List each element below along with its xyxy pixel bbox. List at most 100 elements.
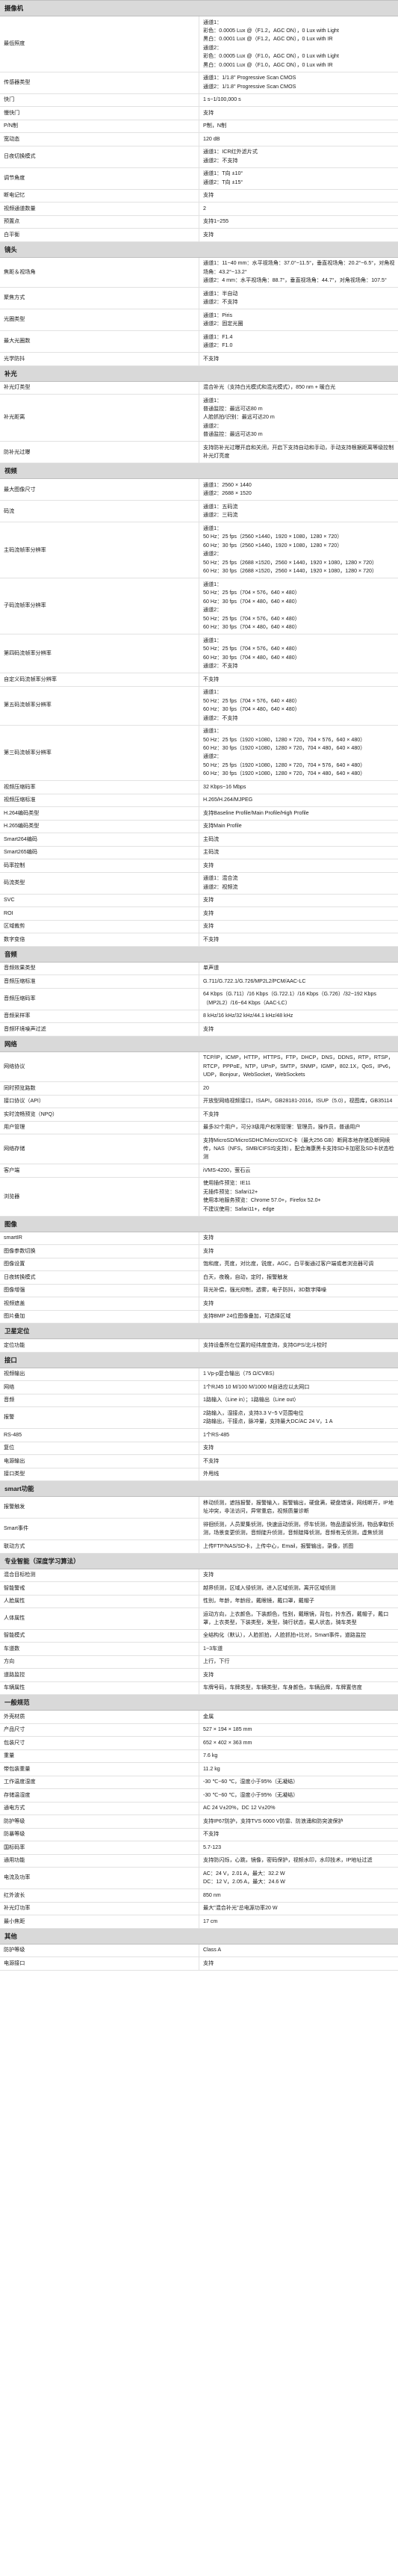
section-title: 视频: [0, 463, 398, 480]
spec-key: 国标码率: [0, 1841, 199, 1855]
spec-value: 1个RS-485: [199, 1428, 398, 1442]
spec-row: H.264编码类型 支持Baseline Profile/Main Profile…: [0, 806, 398, 821]
section-title: 卫星定位: [0, 1323, 398, 1340]
spec-value: -30 ℃~60 ℃，湿度小于95%（无凝结）: [199, 1776, 398, 1790]
spec-value: 1 s~1/100,000 s: [199, 93, 398, 108]
spec-key: 数字变倍: [0, 933, 199, 947]
section-header-row: 接口: [0, 1351, 398, 1368]
spec-value: AC：24 V，2.01 A，最大：32.2 W DC：12 V，2.05 A，…: [199, 1867, 398, 1890]
spec-key: 图像增强: [0, 1284, 199, 1298]
spec-key: 码率控制: [0, 859, 199, 873]
spec-row: 同时预览路数 20: [0, 1081, 398, 1096]
spec-key: Smart265编码: [0, 846, 199, 860]
spec-row: 视频遮盖 支持: [0, 1297, 398, 1311]
spec-value: 支持防补光过曝开启和关闭，开启下支持自动和手动，手动支持根据距离等级控制补光灯亮…: [199, 441, 398, 464]
spec-row: 智能警戒 越界侦测，区域入侵侦测，进入区域侦测，离开区域侦测: [0, 1581, 398, 1596]
spec-value: 通道1：2560 × 1440 通道2：2688 × 1520: [199, 478, 398, 501]
spec-value: 支持: [199, 228, 398, 242]
spec-key: 防护等级: [0, 1944, 199, 1958]
spec-key: 车道数: [0, 1642, 199, 1656]
spec-key: 智能警戒: [0, 1581, 199, 1596]
spec-value: 性别，年龄，年龄段，戴眼镜，戴口罩，戴帽子: [199, 1595, 398, 1609]
spec-row: 人脸属性 性别，年龄，年龄段，戴眼镜，戴口罩，戴帽子: [0, 1595, 398, 1609]
spec-value: Class A: [199, 1944, 398, 1958]
section-header-row: 摄像机: [0, 0, 398, 16]
section-header-row: 专业智能（深度学习算法）: [0, 1552, 398, 1569]
spec-value: 527 × 194 × 185 mm: [199, 1723, 398, 1738]
spec-value: 全结构化（默认），人脸抓拍，人脸抓拍+比对，Smart事件，道路监控: [199, 1629, 398, 1643]
spec-key: ROI: [0, 906, 199, 921]
spec-key: 码流类型: [0, 872, 199, 895]
spec-value: 1路输入（Line in）；1路输出（Line out）: [199, 1394, 398, 1408]
spec-key: 实时流畅预览（NPQ）: [0, 1108, 199, 1122]
spec-value: 通道1： 50 Hz：25 fps（704 × 576，640 × 480） 6…: [199, 686, 398, 726]
spec-value: 不支持: [199, 933, 398, 947]
spec-row: 红外波长 850 nm: [0, 1888, 398, 1903]
spec-value: 支持: [199, 859, 398, 873]
spec-key: 防暴等级: [0, 1828, 199, 1842]
spec-value: 通道1：半自动 通道2：不支持: [199, 287, 398, 310]
spec-key: 断电记忆: [0, 189, 199, 203]
spec-value: 通道1：F1.4 通道2：F1.0: [199, 330, 398, 353]
spec-row: 复位 支持: [0, 1442, 398, 1456]
spec-key: 电源接口: [0, 1956, 199, 1971]
spec-value: 徘徊侦测，人员聚集侦测，快速运动侦测，停车侦测，物品遗留侦测，物品拿取侦测，场景…: [199, 1518, 398, 1541]
spec-key: 方向: [0, 1655, 199, 1670]
section-header-row: 音频: [0, 945, 398, 963]
spec-row: 主码流帧率分辨率 通道1： 50 Hz：25 fps（2560 ×1440，192…: [0, 522, 398, 579]
spec-value: iVMS-4200，萤石云: [199, 1164, 398, 1178]
spec-row: 视频压缩码率 32 Kbps~16 Mbps: [0, 780, 398, 794]
spec-value: 越界侦测，区域入侵侦测，进入区域侦测，离开区域侦测: [199, 1581, 398, 1596]
spec-key: RS-485: [0, 1428, 199, 1442]
spec-value: 主码流: [199, 846, 398, 860]
spec-key: 电流及功率: [0, 1867, 199, 1890]
spec-row: 图片叠加 支持BMP 24位图像叠加，可选择区域: [0, 1310, 398, 1324]
spec-value: 主码流: [199, 833, 398, 847]
spec-key: 客户端: [0, 1164, 199, 1178]
spec-value: 支持: [199, 894, 398, 908]
spec-row: 补光距离 通道1： 普通监控：最远可达80 m 人脸抓拍/识别：最远可达20 m …: [0, 394, 398, 442]
spec-key: 同时预览路数: [0, 1081, 199, 1096]
spec-value: 通道1：T向 ±10° 通道2：T向 ±15°: [199, 167, 398, 190]
spec-value: 支持设备所在位置的经纬度查询，支持GPS/北斗校时: [199, 1338, 398, 1353]
spec-key: Smart事件: [0, 1518, 199, 1541]
spec-key: 带包装重量: [0, 1762, 199, 1776]
spec-row: 光圈类型 通道1：Piris 通道2：固定光圈: [0, 309, 398, 332]
spec-value: 通道1： 彩色：0.0005 Lux @（F1.2，AGC ON），0 Lux …: [199, 16, 398, 72]
spec-row: 客户端 iVMS-4200，萤石云: [0, 1164, 398, 1178]
spec-value: 运动方向，上衣颜色，下装颜色，性别，戴眼镜，背包，拎东西，戴帽子，戴口罩，上衣类…: [199, 1607, 398, 1630]
section-title: 网络: [0, 1035, 398, 1052]
spec-key: 自定义码流帧率分辨率: [0, 673, 199, 687]
section-title: 一般规范: [0, 1694, 398, 1711]
spec-value: 通道1： 50 Hz：25 fps（2560 ×1440，1920 × 1080…: [199, 522, 398, 579]
section-header-row: smart功能: [0, 1480, 398, 1498]
spec-row: 通电方式 AC 24 V±20%，DC 12 V±20%: [0, 1802, 398, 1816]
spec-value: 120 dB: [199, 132, 398, 146]
spec-key: 道路监控: [0, 1668, 199, 1682]
spec-key: 音频效果类型: [0, 962, 199, 976]
spec-row: 重量 7.6 kg: [0, 1749, 398, 1764]
spec-key: 最小焦距: [0, 1915, 199, 1929]
spec-key: H.265编码类型: [0, 820, 199, 834]
spec-key: 最大图像尺寸: [0, 478, 199, 501]
spec-key: 网络: [0, 1380, 199, 1394]
spec-key: 人脸属性: [0, 1595, 199, 1609]
spec-row: 音频 1路输入（Line in）；1路输出（Line out）: [0, 1394, 398, 1408]
spec-key: 工作温度湿度: [0, 1776, 199, 1790]
spec-key: 子码流帧率分辨率: [0, 578, 199, 635]
spec-row: 图像设置 饱和度，亮度，对比度，锐度，AGC，白平衡通过客户端或者浏览器可调: [0, 1258, 398, 1272]
spec-key: 电源输出: [0, 1454, 199, 1468]
spec-row: 断电记忆 支持: [0, 189, 398, 203]
spec-key: 音频: [0, 1394, 199, 1408]
spec-key: 通用功能: [0, 1854, 199, 1868]
spec-value: H.265/H.264/MJPEG: [199, 794, 398, 808]
section-title: 摄像机: [0, 0, 398, 16]
spec-row: 数字变倍 不支持: [0, 933, 398, 947]
spec-value: 不支持: [199, 1828, 398, 1842]
spec-row: 传感器类型 通道1：1/1.8" Progressive Scan CMOS 通道…: [0, 72, 398, 94]
section-header-row: 视频: [0, 463, 398, 480]
spec-key: 宽动态: [0, 132, 199, 146]
spec-value: 通道1：ICR红外滤片式 通道2：不支持: [199, 146, 398, 168]
spec-key: 图像设置: [0, 1258, 199, 1272]
spec-key: 混合目标检测: [0, 1569, 199, 1583]
